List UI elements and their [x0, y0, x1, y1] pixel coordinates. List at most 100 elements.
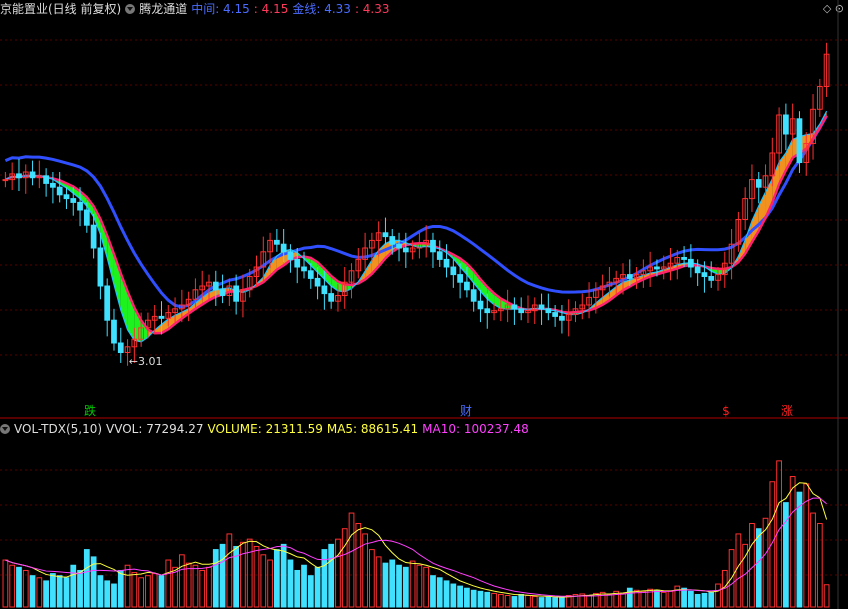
- candle-body: [565, 314, 572, 321]
- channel-fill: [758, 192, 766, 231]
- channel-fill: [684, 262, 691, 267]
- channel-fill: [236, 290, 243, 293]
- volume-bar: [301, 564, 307, 608]
- volume-value-1: VOLUME: 21311.59: [207, 422, 323, 436]
- volume-bar: [667, 590, 674, 608]
- signal-marker: $: [722, 404, 730, 418]
- volume-bar: [362, 533, 368, 608]
- volume-bar: [409, 560, 416, 608]
- volume-bar: [776, 460, 782, 608]
- candle-body: [735, 219, 742, 245]
- candle-body: [504, 304, 511, 310]
- volume-bar: [267, 559, 273, 608]
- channel-fill: [209, 289, 216, 301]
- volume-bar: [355, 523, 362, 608]
- cyan-ma-line: [5, 110, 828, 343]
- volume-ma5-line: [5, 482, 828, 598]
- candle-body: [477, 300, 484, 310]
- volume-bar: [253, 545, 260, 608]
- indicator-name[interactable]: 腾龙通道: [139, 2, 187, 16]
- candle-body: [803, 143, 810, 163]
- candle-body: [654, 266, 660, 270]
- stock-chart[interactable]: 4.68 ←3.01 跌 财 $ 涨: [0, 0, 848, 609]
- channel-fill: [46, 177, 53, 180]
- candle-body: [287, 251, 294, 260]
- channel-fill: [466, 263, 474, 283]
- candle-body: [104, 285, 111, 321]
- candle-body: [789, 118, 796, 135]
- candle-body: [233, 285, 240, 302]
- candle-body: [131, 338, 138, 348]
- volume-bar: [592, 592, 599, 608]
- diamond-icon[interactable]: ◇: [823, 2, 831, 15]
- volume-bar: [816, 523, 823, 608]
- volume-bar: [83, 549, 90, 608]
- channel-fill: [52, 178, 60, 184]
- candle-body: [626, 274, 633, 279]
- volume-bar: [273, 549, 280, 608]
- volume-bar: [674, 585, 681, 608]
- candle-body: [192, 289, 199, 300]
- volume-bar: [226, 533, 233, 608]
- channel-fill: [351, 281, 359, 289]
- channel-fill: [718, 268, 725, 275]
- candle-body: [341, 281, 348, 297]
- volume-indicator-name[interactable]: VOL-TDX(5,10): [14, 422, 102, 436]
- candle-body: [158, 315, 165, 319]
- volume-menu-icon[interactable]: [0, 424, 10, 434]
- channel-fill: [460, 258, 467, 275]
- channel-fill: [100, 219, 108, 258]
- channel-fill: [765, 178, 773, 218]
- volume-values: VVOL: 77294.27 VOLUME: 21311.59 MA5: 88615…: [106, 422, 533, 436]
- channel-fill: [663, 267, 671, 273]
- signal-marker: 财: [460, 404, 472, 418]
- channel-fill: [813, 124, 820, 139]
- stock-symbol[interactable]: 京能置业(日线 前复权): [0, 2, 121, 16]
- channel-fill: [521, 308, 528, 310]
- volume-bar: [240, 541, 246, 608]
- channel-fill: [548, 309, 556, 311]
- candle-body: [389, 236, 396, 245]
- volume-bar: [56, 575, 63, 608]
- channel-fill: [215, 288, 223, 297]
- volume-bar: [260, 554, 267, 608]
- candle-body: [369, 239, 375, 249]
- volume-bar: [789, 476, 796, 608]
- settings-circle-icon[interactable]: ⊙: [835, 2, 844, 15]
- candle-body: [151, 315, 158, 321]
- channel-fill: [263, 265, 271, 283]
- candle-body: [579, 304, 586, 310]
- channel-fill: [677, 263, 685, 269]
- channel-fill: [107, 235, 114, 285]
- candle-body: [633, 274, 640, 279]
- channel-fill: [175, 312, 182, 324]
- candle-body: [240, 289, 246, 302]
- candle-body: [138, 327, 145, 340]
- channel-fill: [385, 240, 393, 259]
- volume-bar: [151, 573, 158, 608]
- channel-fill: [724, 267, 732, 274]
- candle-body: [721, 262, 728, 276]
- volume-bar: [579, 593, 586, 608]
- channel-fill: [731, 256, 739, 268]
- volume-bar: [178, 554, 185, 608]
- volume-bar: [823, 584, 830, 608]
- channel-fill: [195, 297, 203, 309]
- volume-bar: [294, 569, 301, 608]
- candle-body: [667, 262, 674, 268]
- pink-channel-line: [4, 114, 828, 335]
- indicator-value-3: : 4.33: [354, 2, 390, 16]
- candle-body: [742, 198, 749, 221]
- candle-body: [552, 312, 559, 317]
- candle-body: [755, 179, 762, 188]
- channel-fill: [168, 315, 176, 330]
- candle-body: [687, 258, 694, 268]
- channel-fill: [344, 284, 352, 292]
- candle-body: [572, 308, 579, 315]
- channel-fill: [446, 251, 454, 259]
- channel-fill: [249, 284, 257, 290]
- candle-body: [260, 251, 267, 268]
- channel-fill: [161, 319, 169, 334]
- channel-fill: [473, 270, 481, 292]
- indicator-menu-icon[interactable]: [125, 4, 136, 14]
